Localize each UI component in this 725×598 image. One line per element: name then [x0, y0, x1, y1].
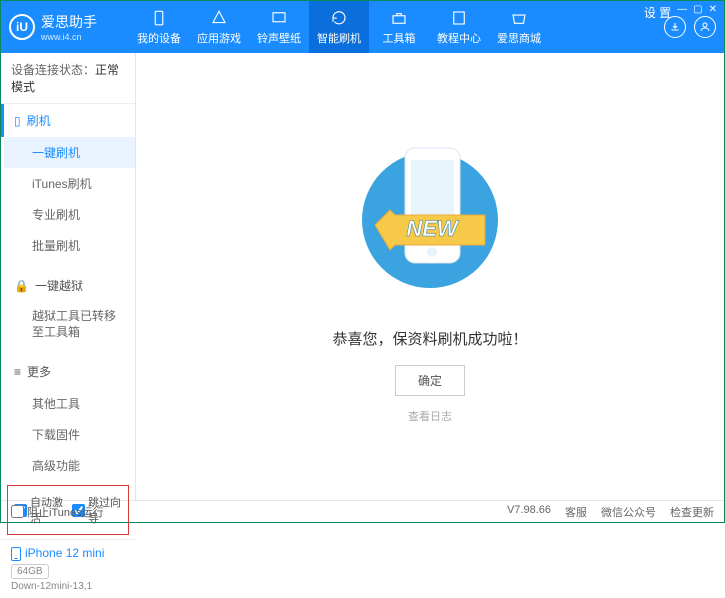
nav-label: 教程中心 — [437, 30, 481, 46]
nav-flash[interactable]: 智能刷机 — [309, 1, 369, 53]
confirm-button[interactable]: 确定 — [395, 365, 465, 396]
nav-label: 我的设备 — [137, 30, 181, 46]
settings-link[interactable]: 设 置 — [644, 4, 671, 21]
group-title: 刷机 — [27, 112, 51, 129]
nav-label: 工具箱 — [383, 30, 416, 46]
nav-label: 爱思商城 — [497, 30, 541, 46]
logo: iU 爱思助手 www.i4.cn — [9, 12, 129, 42]
window-controls: 设 置 — ▢ ✕ — [644, 4, 717, 21]
list-icon: ≡ — [14, 365, 21, 379]
sidebar-group-jailbreak: 🔒 一键越狱 — [4, 269, 135, 302]
sidebar-item-download-firmware[interactable]: 下载固件 — [4, 419, 135, 450]
device-storage: 64GB — [11, 564, 49, 579]
phone-icon: ▯ — [14, 114, 21, 128]
sidebar: 设备连接状态：正常模式 ▯ 刷机 一键刷机 iTunes刷机 专业刷机 批量刷机… — [1, 53, 136, 500]
close-icon[interactable]: ✕ — [709, 4, 717, 21]
sidebar-item-oneclick-flash[interactable]: 一键刷机 — [4, 137, 135, 168]
phone-icon — [150, 9, 168, 27]
device-firmware: Down-12mini-13,1 — [11, 581, 125, 592]
group-title: 更多 — [27, 363, 51, 380]
nav-store[interactable]: 爱思商城 — [489, 1, 549, 53]
conn-label: 设备连接状态： — [11, 63, 95, 77]
maximize-icon[interactable]: ▢ — [693, 4, 702, 21]
nav-ringtones[interactable]: 铃声壁纸 — [249, 1, 309, 53]
nav-label: 智能刷机 — [317, 30, 361, 46]
wallpaper-icon — [270, 9, 288, 27]
sidebar-item-batch-flash[interactable]: 批量刷机 — [4, 230, 135, 261]
sidebar-group-flash[interactable]: ▯ 刷机 — [1, 104, 135, 137]
refresh-icon — [330, 9, 348, 27]
minimize-icon[interactable]: — — [677, 4, 687, 21]
main-nav: 我的设备 应用游戏 铃声壁纸 智能刷机 工具箱 教程中心 爱思商城 — [129, 1, 664, 53]
success-message: 恭喜您，保资料刷机成功啦！ — [332, 328, 527, 349]
device-name: iPhone 12 mini — [25, 546, 104, 560]
nav-apps[interactable]: 应用游戏 — [189, 1, 249, 53]
main-content: NEW 恭喜您，保资料刷机成功啦！ 确定 查看日志 — [136, 53, 724, 500]
phone-icon — [11, 547, 21, 561]
success-illustration: NEW — [360, 130, 500, 310]
toolbox-icon — [390, 9, 408, 27]
sidebar-item-itunes-flash[interactable]: iTunes刷机 — [4, 168, 135, 199]
app-header: 设 置 — ▢ ✕ iU 爱思助手 www.i4.cn 我的设备 应用游戏 铃声… — [1, 1, 724, 53]
group-title: 一键越狱 — [35, 277, 83, 294]
checkbox-label: 阻止iTunes运行 — [27, 504, 104, 520]
lock-icon: 🔒 — [14, 279, 29, 293]
apps-icon — [210, 9, 228, 27]
wechat-link[interactable]: 微信公众号 — [601, 504, 656, 520]
checkbox-input[interactable] — [11, 505, 24, 518]
version-label: V7.98.66 — [507, 504, 551, 520]
ribbon-text: NEW — [406, 216, 460, 241]
sidebar-group-more[interactable]: ≡ 更多 — [4, 355, 135, 388]
customer-service-link[interactable]: 客服 — [565, 504, 587, 520]
app-name: 爱思助手 — [41, 12, 97, 32]
nav-label: 应用游戏 — [197, 30, 241, 46]
jailbreak-note: 越狱工具已转移至工具箱 — [4, 302, 135, 347]
nav-tutorials[interactable]: 教程中心 — [429, 1, 489, 53]
view-log-link[interactable]: 查看日志 — [408, 408, 452, 424]
device-info[interactable]: iPhone 12 mini 64GB Down-12mini-13,1 — [1, 539, 135, 598]
app-url: www.i4.cn — [41, 32, 97, 42]
sidebar-item-advanced[interactable]: 高级功能 — [4, 450, 135, 481]
check-update-link[interactable]: 检查更新 — [670, 504, 714, 520]
connection-status: 设备连接状态：正常模式 — [1, 53, 135, 104]
checkbox-block-itunes[interactable]: 阻止iTunes运行 — [11, 504, 104, 520]
nav-label: 铃声壁纸 — [257, 30, 301, 46]
nav-my-device[interactable]: 我的设备 — [129, 1, 189, 53]
book-icon — [450, 9, 468, 27]
logo-icon: iU — [9, 14, 35, 40]
nav-toolbox[interactable]: 工具箱 — [369, 1, 429, 53]
sidebar-item-other-tools[interactable]: 其他工具 — [4, 388, 135, 419]
store-icon — [510, 9, 528, 27]
sidebar-item-pro-flash[interactable]: 专业刷机 — [4, 199, 135, 230]
